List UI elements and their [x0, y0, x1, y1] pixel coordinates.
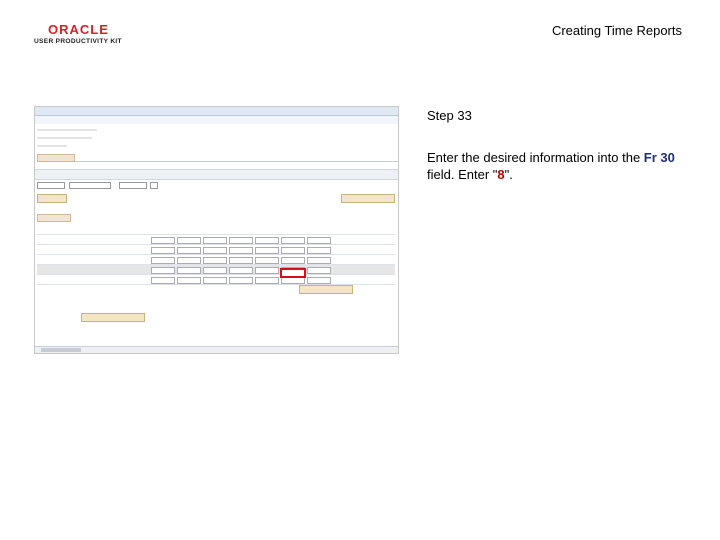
app-button — [37, 194, 67, 203]
grid-cell[interactable] — [177, 237, 201, 244]
app-button — [81, 313, 145, 322]
oracle-upk-logo: ORACLE USER PRODUCTIVITY KIT — [34, 22, 134, 48]
grid-cell[interactable] — [203, 267, 227, 274]
grid-cell[interactable] — [255, 257, 279, 264]
table-row — [37, 255, 395, 265]
grid-cell[interactable] — [255, 237, 279, 244]
entry-value: 8 — [497, 167, 505, 182]
grid-cell[interactable] — [307, 277, 331, 284]
fr-30-input[interactable] — [280, 268, 306, 278]
info-line — [37, 145, 67, 147]
grid-cell[interactable] — [203, 277, 227, 284]
grid-cell[interactable] — [229, 237, 253, 244]
grid-cell[interactable] — [177, 277, 201, 284]
grid-cell[interactable] — [151, 257, 175, 264]
grid-cell[interactable] — [229, 277, 253, 284]
timesheet-header-row — [35, 169, 398, 180]
upk-wordmark: USER PRODUCTIVITY KIT — [34, 38, 122, 45]
app-menubar — [35, 107, 398, 116]
timesheet-data-row — [35, 180, 398, 190]
grid-cell[interactable] — [281, 247, 305, 254]
grid-cell[interactable] — [255, 247, 279, 254]
grid-cell[interactable] — [203, 257, 227, 264]
table-row — [37, 235, 395, 245]
app-tabbar — [37, 153, 398, 162]
app-button — [341, 194, 395, 203]
step-instruction: Enter the desired information into the F… — [427, 150, 675, 182]
grid-cell[interactable] — [229, 267, 253, 274]
grid-header-row — [37, 225, 395, 235]
field-name: Fr 30 — [643, 150, 675, 165]
info-line — [37, 137, 92, 139]
grid-cell[interactable] — [307, 257, 331, 264]
grid-cell[interactable] — [281, 257, 305, 264]
grid-cell[interactable] — [229, 247, 253, 254]
grid-cell[interactable] — [151, 237, 175, 244]
app-navbar — [35, 116, 398, 124]
grid-cell[interactable] — [281, 277, 305, 284]
grid-cell[interactable] — [203, 237, 227, 244]
grid-cell[interactable] — [255, 277, 279, 284]
grid-cell[interactable] — [151, 247, 175, 254]
app-tab — [37, 154, 75, 162]
app-button — [299, 285, 353, 294]
grid-cell[interactable] — [177, 257, 201, 264]
grid-cell[interactable] — [177, 247, 201, 254]
grid-cell[interactable] — [281, 237, 305, 244]
grid-cell[interactable] — [151, 277, 175, 284]
info-line — [37, 129, 97, 131]
document-title: Creating Time Reports — [551, 23, 682, 38]
horizontal-scrollbar — [35, 346, 398, 353]
grid-cell[interactable] — [255, 267, 279, 274]
oracle-wordmark: ORACLE — [48, 22, 109, 37]
application-screenshot — [34, 106, 399, 354]
table-row — [37, 275, 395, 285]
grid-cell[interactable] — [307, 267, 331, 274]
step-title: Step 33 — [427, 108, 472, 123]
grid-cell[interactable] — [307, 237, 331, 244]
grid-cell[interactable] — [177, 267, 201, 274]
grid-cell[interactable] — [151, 267, 175, 274]
grid-cell[interactable] — [229, 257, 253, 264]
timesheet-grid — [37, 217, 395, 289]
table-row — [37, 245, 395, 255]
grid-cell[interactable] — [203, 247, 227, 254]
table-row — [37, 265, 395, 275]
grid-cell[interactable] — [307, 247, 331, 254]
